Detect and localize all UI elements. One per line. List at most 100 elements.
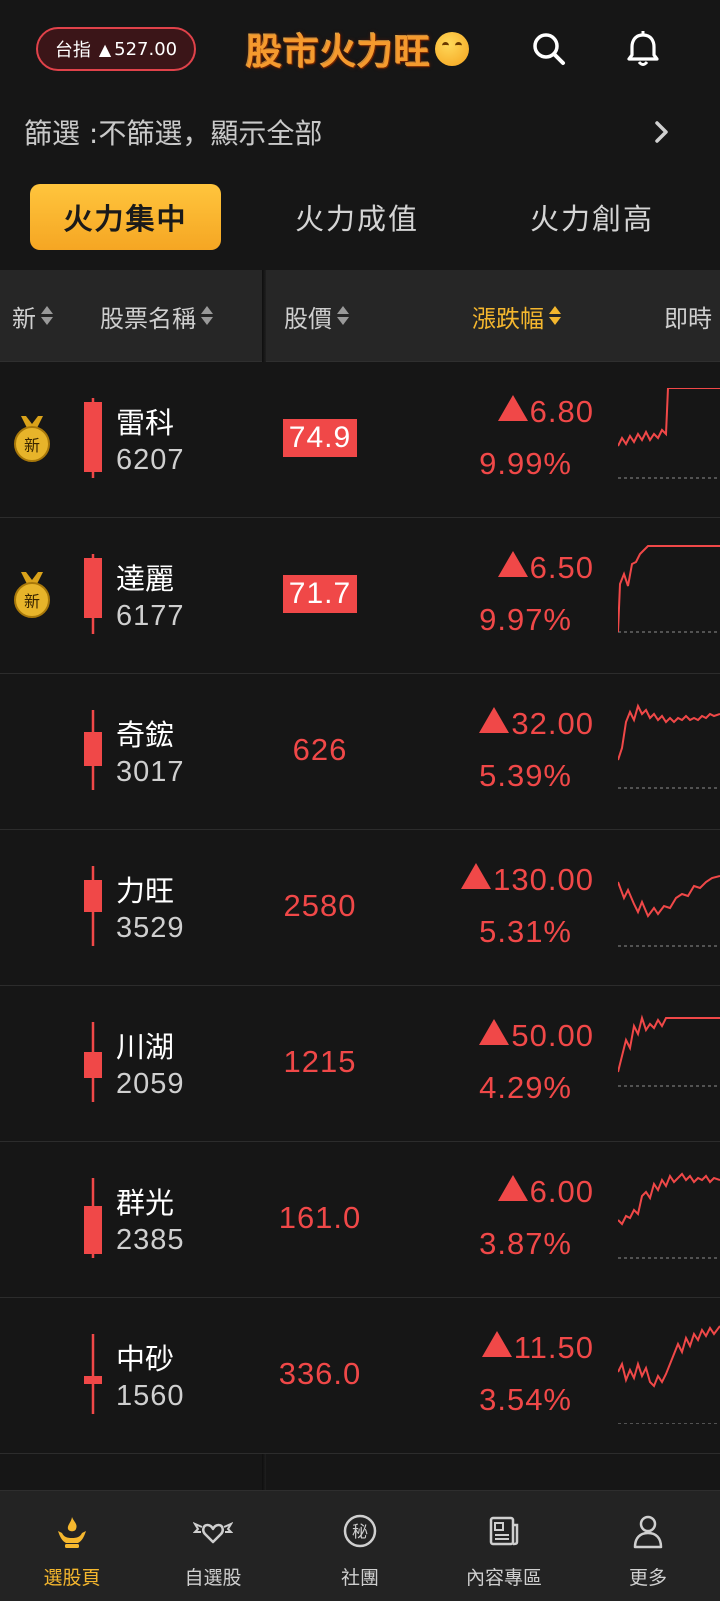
- stock-price: 336.0: [278, 1356, 362, 1391]
- stock-name: 群光: [116, 1186, 175, 1220]
- notifications-button[interactable]: [622, 28, 664, 70]
- change-percent: 3.54%: [479, 1382, 572, 1417]
- nav-watchlist[interactable]: 自選股: [141, 1491, 285, 1601]
- nav-stock-picker[interactable]: 選股頁: [0, 1491, 144, 1601]
- search-icon: [533, 33, 565, 65]
- intraday-sparkline: [618, 1325, 720, 1424]
- price-change: 6.50: [497, 550, 594, 586]
- change-percent: 5.39%: [479, 758, 572, 793]
- stock-row[interactable]: 新 達麗 6177 71.7 6.50 9.97%: [0, 518, 720, 674]
- winged-heart-icon: [193, 1522, 233, 1544]
- up-triangle-icon: [479, 707, 510, 733]
- stock-price: 161.0: [278, 1200, 362, 1235]
- new-medal-icon: 新: [14, 572, 50, 618]
- stock-code: 3529: [116, 912, 185, 944]
- stock-row[interactable]: 新 雷科 6207 74.9 6.80 9.99%: [0, 362, 720, 518]
- price-change: 6.80: [497, 394, 594, 430]
- brand-title: 股市火力旺: [246, 31, 432, 73]
- stock-code: 2385: [116, 1224, 185, 1256]
- column-header-realtime[interactable]: 即時: [664, 270, 712, 362]
- candlestick-icon: [84, 1334, 102, 1414]
- stock-code: 3017: [116, 756, 185, 788]
- stock-name: 達麗: [116, 562, 175, 596]
- search-button[interactable]: [528, 28, 570, 70]
- bell-icon: [627, 31, 659, 66]
- chevron-right-icon: [655, 121, 668, 143]
- nav-label: 內容專區: [465, 1567, 542, 1589]
- up-triangle-icon: [461, 863, 492, 889]
- table-header: 新 股票名稱 股價 漲跌幅 即時: [0, 270, 720, 362]
- stock-row[interactable]: 中砂 1560 336.0 11.50 3.54%: [0, 1298, 720, 1454]
- sort-icon: [40, 305, 54, 327]
- intraday-sparkline: [618, 545, 720, 633]
- column-label-realtime: 即時: [664, 304, 712, 333]
- index-label: 台指: [54, 40, 91, 61]
- up-triangle-icon: [497, 1175, 528, 1201]
- change-value: 6.50: [529, 550, 594, 585]
- stock-price: 71.7: [283, 575, 357, 613]
- filter-bar[interactable]: 篩選 :不篩選，顯示全部: [0, 98, 720, 166]
- nav-label: 社團: [340, 1567, 379, 1589]
- tab-firepower-concentration[interactable]: 火力集中: [30, 184, 221, 250]
- intraday-sparkline: [618, 875, 720, 947]
- index-value: 527.00: [114, 38, 178, 60]
- stock-name: 雷科: [116, 406, 175, 440]
- stock-code: 6207: [116, 444, 185, 476]
- stock-row[interactable]: 力旺 3529 2580 130.00 5.31%: [0, 830, 720, 986]
- column-label-price: 股價: [284, 304, 332, 333]
- column-header-change[interactable]: 漲跌幅: [472, 270, 562, 362]
- nav-community[interactable]: 秘 社團: [288, 1491, 432, 1601]
- change-value: 50.00: [511, 1018, 594, 1053]
- nav-content[interactable]: 內容專區: [432, 1491, 576, 1601]
- price-change: 32.00: [479, 706, 594, 742]
- person-icon: [633, 1515, 663, 1549]
- stock-price: 626: [292, 732, 348, 767]
- hand-flame-icon: [58, 1517, 86, 1548]
- stock-name: 中砂: [116, 1342, 175, 1376]
- sort-icon: [200, 305, 214, 327]
- candlestick-icon: [84, 1022, 102, 1102]
- secret-badge-icon: 秘: [343, 1514, 377, 1548]
- candlestick-icon: [84, 710, 102, 790]
- tab-firepower-high[interactable]: 火力創高: [497, 184, 687, 250]
- stock-name: 力旺: [116, 874, 175, 908]
- change-percent: 3.87%: [479, 1226, 572, 1261]
- nav-label: 選股頁: [43, 1567, 101, 1589]
- tab-firepower-value[interactable]: 火力成值: [262, 184, 452, 250]
- candlestick-icon: [84, 866, 102, 946]
- price-change: 50.00: [479, 1018, 594, 1054]
- change-percent: 9.97%: [479, 602, 572, 637]
- stock-code: 1560: [116, 1380, 185, 1412]
- column-label-name: 股票名稱: [100, 304, 196, 333]
- up-triangle-icon: ▲: [98, 39, 112, 59]
- change-percent: 5.31%: [479, 914, 572, 949]
- new-badge-text: 新: [24, 436, 40, 455]
- price-change: 130.00: [461, 862, 594, 898]
- change-value: 32.00: [511, 706, 594, 741]
- up-triangle-icon: [497, 395, 528, 421]
- column-header-new[interactable]: 新: [12, 270, 54, 362]
- newspaper-icon: [489, 1516, 519, 1546]
- svg-text:秘: 秘: [352, 1522, 368, 1541]
- candlestick-icon: [84, 1178, 102, 1258]
- column-header-price[interactable]: 股價: [284, 270, 350, 362]
- change-percent: 9.99%: [479, 446, 572, 481]
- stock-row[interactable]: 奇鋐 3017 626 32.00 5.39%: [0, 674, 720, 830]
- candlestick-icon: [84, 398, 102, 478]
- nav-label: 更多: [628, 1567, 667, 1589]
- nav-more[interactable]: 更多: [576, 1491, 720, 1601]
- stock-code: 6177: [116, 600, 185, 632]
- up-triangle-icon: [497, 551, 528, 577]
- stock-row[interactable]: 群光 2385 161.0 6.00 3.87%: [0, 1142, 720, 1298]
- stock-code: 2059: [116, 1068, 185, 1100]
- stock-row[interactable]: 川湖 2059 1215 50.00 4.29%: [0, 986, 720, 1142]
- bottom-navigation: 選股頁 自選股 秘 社團 內容專區 更多: [0, 1490, 720, 1601]
- change-value: 6.00: [529, 1174, 594, 1209]
- column-header-name[interactable]: 股票名稱: [100, 270, 214, 362]
- index-ticker-pill[interactable]: 台指 ▲ 527.00: [36, 27, 196, 71]
- change-value: 130.00: [493, 862, 594, 897]
- up-triangle-icon: [481, 1331, 512, 1357]
- stock-name: 奇鋐: [116, 718, 175, 752]
- grin-emoji-icon: [435, 32, 470, 66]
- column-label-new: 新: [12, 304, 36, 333]
